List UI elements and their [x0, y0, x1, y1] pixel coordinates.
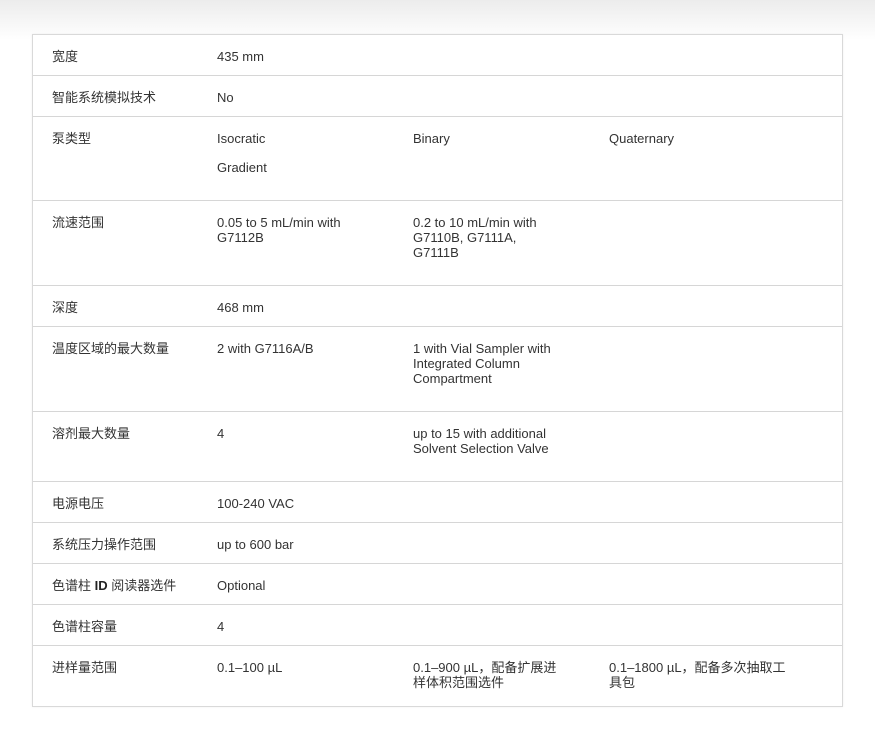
spec-row-flow-range: 流速范围 0.05 to 5 mL/min with G7112B 0.2 to…: [33, 201, 842, 286]
spec-value: 2 with G7116A/B: [217, 341, 314, 356]
spec-value: 0.2 to 10 mL/min with G7110B, G7111A, G7…: [413, 215, 537, 260]
spec-row-width: 宽度 435 mm: [33, 35, 842, 76]
spec-row-pressure-range: 系统压力操作范围 up to 600 bar: [33, 523, 842, 564]
spec-value: 0.1–1800 µL，配备多次抽取工具包: [609, 660, 786, 690]
spec-row-max-solvents: 溶剂最大数量 4 up to 15 with additional Solven…: [33, 412, 842, 482]
spec-value: 1 with Vial Sampler with Integrated Colu…: [413, 341, 551, 386]
spec-value: 4: [217, 426, 225, 441]
spec-value: 468 mm: [217, 300, 264, 315]
spec-value: 0.1–100 µL: [217, 660, 283, 675]
spec-label: 系统压力操作范围: [52, 537, 157, 552]
spec-value: Isocratic Gradient: [217, 131, 413, 200]
spec-label: 色谱柱容量: [52, 619, 118, 634]
spec-label: 溶剂最大数量: [52, 426, 131, 441]
spec-value: [609, 341, 809, 411]
spec-value: [609, 426, 809, 481]
spec-row-depth: 深度 468 mm: [33, 286, 842, 327]
spec-label: 泵类型: [52, 131, 92, 146]
spec-value: up to 600 bar: [217, 537, 294, 552]
spec-label: 电源电压: [52, 496, 105, 511]
spec-value: 0.05 to 5 mL/min with G7112B: [217, 215, 341, 245]
spec-value: [609, 215, 809, 285]
spec-label-pre: 色谱柱: [52, 578, 95, 593]
spec-value: up to 15 with additional Solvent Selecti…: [413, 426, 549, 456]
spec-row-column-id-reader: 色谱柱 ID 阅读器选件 Optional: [33, 564, 842, 605]
spec-value: No: [217, 90, 234, 105]
spec-row-injection-volume: 进样量范围 0.1–100 µL 0.1–900 µL，配备扩展进样体积范围选件…: [33, 646, 842, 706]
spec-row-intelligent-emulation: 智能系统模拟技术 No: [33, 76, 842, 117]
spec-value: Binary: [413, 131, 450, 146]
spec-value: 435 mm: [217, 49, 264, 64]
spec-table: 宽度 435 mm 智能系统模拟技术 No 泵类型 Isocratic Grad…: [32, 34, 843, 707]
spec-value: Optional: [217, 578, 266, 593]
spec-label: 温度区域的最大数量: [52, 341, 170, 356]
spec-value: 4: [217, 619, 225, 634]
spec-label: 流速范围: [52, 215, 105, 230]
spec-label: 宽度: [52, 49, 79, 64]
spec-row-temperature-zones: 温度区域的最大数量 2 with G7116A/B 1 with Vial Sa…: [33, 327, 842, 412]
spec-value: 0.1–900 µL，配备扩展进样体积范围选件: [413, 660, 557, 690]
spec-label: 深度: [52, 300, 79, 315]
spec-row-power-voltage: 电源电压 100-240 VAC: [33, 482, 842, 523]
spec-label: 进样量范围: [52, 660, 118, 675]
spec-label-post: 阅读器选件: [107, 578, 177, 593]
spec-label-bold: ID: [94, 578, 108, 593]
spec-label: 色谱柱 ID 阅读器选件: [33, 578, 217, 604]
spec-row-pump-type: 泵类型 Isocratic Gradient Binary Quaternary: [33, 117, 842, 201]
spec-row-column-capacity: 色谱柱容量 4: [33, 605, 842, 646]
spec-label: 智能系统模拟技术: [52, 90, 157, 105]
spec-value: 100-240 VAC: [217, 496, 295, 511]
spec-value: Quaternary: [609, 131, 675, 146]
pump-type-isocratic: Isocratic: [217, 131, 266, 146]
pump-type-gradient: Gradient: [217, 160, 267, 175]
